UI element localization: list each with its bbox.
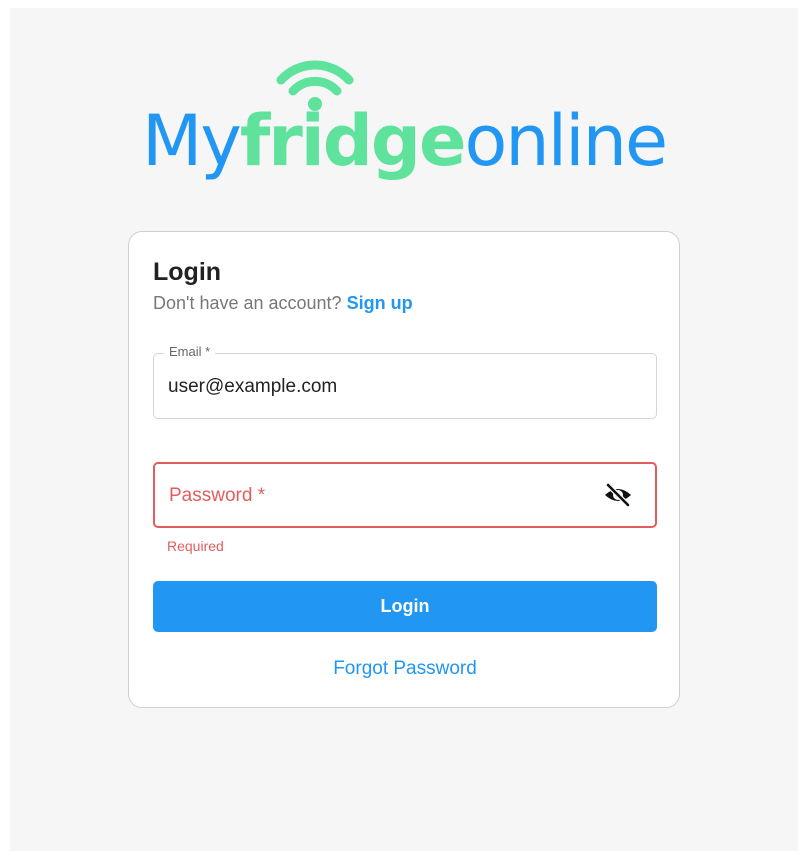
password-field[interactable]: Password * <box>153 462 657 528</box>
logo-text-online: online <box>464 100 668 182</box>
eye-off-icon[interactable] <box>603 482 633 508</box>
logo-text-my: My <box>141 100 242 182</box>
email-label: Email * <box>164 344 216 359</box>
logo-text-fridge: fridge <box>239 100 467 182</box>
login-title: Login <box>153 258 222 286</box>
login-button[interactable]: Login <box>153 581 657 632</box>
forgot-password-link[interactable]: Forgot Password <box>129 658 681 680</box>
signup-prompt-line: Don't have an account? Sign up <box>153 293 413 314</box>
logo-text: Myfridgeonline <box>10 106 798 176</box>
login-card: Login Don't have an account? Sign up Ema… <box>128 231 680 708</box>
page-background: Myfridgeonline Login Don't have an accou… <box>10 8 798 851</box>
signup-link[interactable]: Sign up <box>347 293 413 313</box>
email-field[interactable]: Email * <box>153 344 657 419</box>
signup-prompt-text: Don't have an account? <box>153 293 342 313</box>
password-label: Password * <box>169 485 266 506</box>
password-error-text: Required <box>167 538 224 554</box>
email-input[interactable] <box>168 374 638 400</box>
brand-logo: Myfridgeonline <box>10 60 798 200</box>
